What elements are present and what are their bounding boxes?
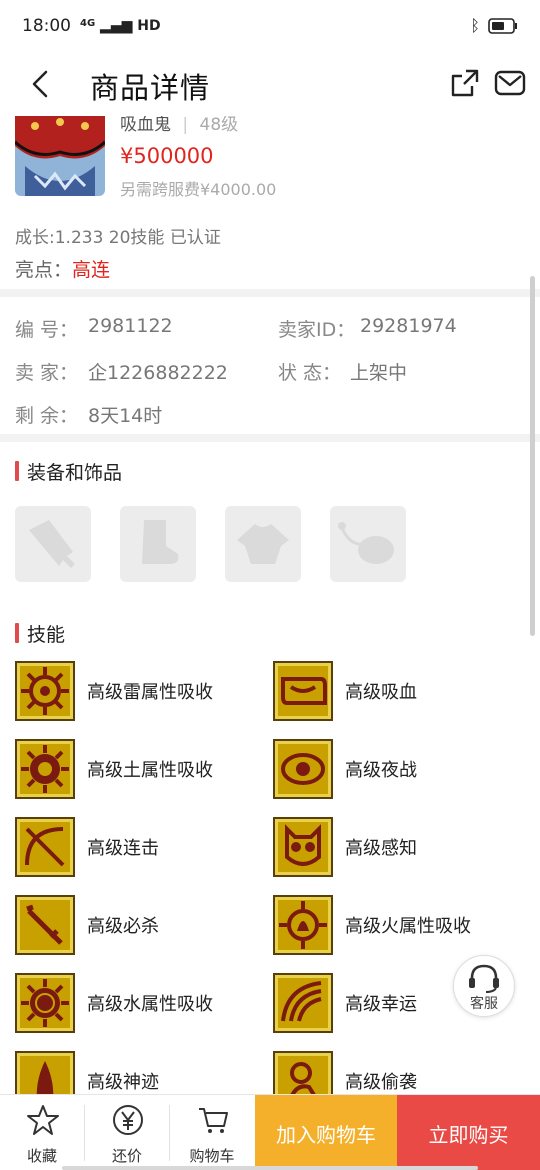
pet-name: 吸血鬼 — [120, 116, 171, 135]
id-label: 编 号： — [15, 319, 79, 341]
highlight-value: 高连 — [72, 259, 111, 281]
status-time: 18:00 — [22, 16, 71, 36]
thunder-absorb-icon — [15, 661, 75, 721]
skill-label: 高级感知 — [345, 838, 417, 859]
bottom-action-bar: 收藏 还价 购物车 加入购物车 立即购买 — [0, 1094, 540, 1170]
id-value: 2981122 — [88, 315, 173, 337]
back-button[interactable] — [26, 66, 58, 102]
favorite-label: 收藏 — [26, 1147, 57, 1165]
remaining-value: 8天14时 — [88, 405, 163, 427]
skill-label: 高级吸血 — [345, 682, 417, 703]
home-indicator — [62, 1166, 478, 1170]
skill-label: 高级必杀 — [87, 916, 159, 937]
cart-button[interactable]: 购物车 — [170, 1095, 254, 1170]
skill-label: 高级雷属性吸收 — [87, 682, 213, 703]
water-absorb-icon — [15, 973, 75, 1033]
combo-icon — [15, 817, 75, 877]
network-indicator: 4G ▂▄▆ HD — [80, 18, 161, 34]
growth-summary: 成长:1.233 20技能 已认证 — [15, 228, 221, 248]
cart-label: 购物车 — [189, 1147, 235, 1165]
weapon-icon — [29, 520, 75, 568]
bargain-button[interactable]: 还价 — [85, 1095, 169, 1170]
seller-label: 卖 家： — [15, 362, 79, 384]
bargain-label: 还价 — [111, 1147, 142, 1165]
highlight-label: 亮点： — [15, 259, 73, 281]
fire-absorb-icon — [273, 895, 333, 955]
equipment-section-title: 装备和饰品 — [15, 458, 122, 485]
boots-slot[interactable] — [120, 506, 196, 582]
seller-id-value: 29281974 — [360, 315, 457, 337]
crit-icon — [15, 895, 75, 955]
headset-icon — [469, 964, 499, 993]
accessory-icon — [338, 522, 394, 564]
customer-service-button[interactable]: 客服 — [453, 955, 515, 1017]
share-icon[interactable] — [450, 68, 480, 98]
pet-level: 48级 — [199, 116, 239, 135]
seller-value: 企1226882222 — [88, 362, 228, 384]
cross-server-fee: 另需跨服费¥4000.00 — [120, 180, 277, 199]
boots-icon — [142, 520, 179, 564]
signal-icon: ▂▄▆ — [100, 18, 133, 34]
remaining-label: 剩 余： — [15, 405, 79, 427]
header: 商品详情 — [0, 52, 540, 116]
skill-label: 高级神迹 — [87, 1072, 159, 1093]
page-title: 商品详情 — [90, 71, 211, 105]
skill-label: 高级连击 — [87, 838, 159, 859]
pet-name-row: 吸血鬼 | 48级 — [120, 116, 238, 135]
skill-label: 高级土属性吸收 — [87, 760, 213, 781]
skill-label: 高级夜战 — [345, 760, 417, 781]
skill-label: 高级水属性吸收 — [87, 994, 213, 1015]
price: ¥500000 — [120, 144, 214, 168]
status-bar: 18:00 4G ▂▄▆ HD ᛒ — [0, 0, 540, 52]
skill-label: 高级偷袭 — [345, 1072, 417, 1093]
name-divider: | — [182, 116, 189, 135]
yen-icon — [113, 1105, 143, 1135]
buy-now-button[interactable]: 立即购买 — [397, 1095, 540, 1170]
vampire-icon — [273, 661, 333, 721]
status-label: 状 态： — [278, 362, 342, 384]
network-type: 4G — [80, 18, 96, 29]
cart-icon — [199, 1108, 228, 1133]
earth-absorb-icon — [15, 739, 75, 799]
highlight-row: 亮点：高连 — [15, 255, 110, 282]
bluetooth-icon: ᛒ — [470, 16, 480, 35]
hd-label: HD — [137, 18, 161, 34]
message-icon[interactable] — [494, 68, 526, 98]
armor-icon — [237, 524, 289, 564]
pet-image — [15, 116, 105, 196]
pet-thumbnail[interactable] — [15, 116, 105, 196]
accessory-slot[interactable] — [330, 506, 406, 582]
night-fight-icon — [273, 739, 333, 799]
miracle-icon — [15, 1051, 75, 1094]
customer-service-label: 客服 — [470, 996, 498, 1012]
status-right: ᛒ — [470, 16, 518, 35]
skill-label: 高级火属性吸收 — [345, 916, 471, 937]
divider — [0, 289, 540, 297]
favorite-button[interactable]: 收藏 — [0, 1095, 84, 1170]
sneak-attack-icon — [273, 1051, 333, 1094]
star-icon — [27, 1105, 59, 1135]
status-value: 上架中 — [350, 362, 408, 384]
skills-section-title: 技能 — [15, 620, 65, 647]
perception-icon — [273, 817, 333, 877]
luck-icon — [273, 973, 333, 1033]
seller-id-label: 卖家ID： — [278, 319, 356, 341]
skill-label: 高级幸运 — [345, 994, 417, 1015]
weapon-slot[interactable] — [15, 506, 91, 582]
scrollbar[interactable] — [530, 276, 535, 636]
divider — [0, 434, 540, 442]
add-to-cart-button[interactable]: 加入购物车 — [255, 1095, 397, 1170]
content-scroll[interactable]: 吸血鬼 | 48级 ¥500000 另需跨服费¥4000.00 成长:1.233… — [0, 116, 540, 1094]
battery-icon — [488, 17, 517, 34]
armor-slot[interactable] — [225, 506, 301, 582]
